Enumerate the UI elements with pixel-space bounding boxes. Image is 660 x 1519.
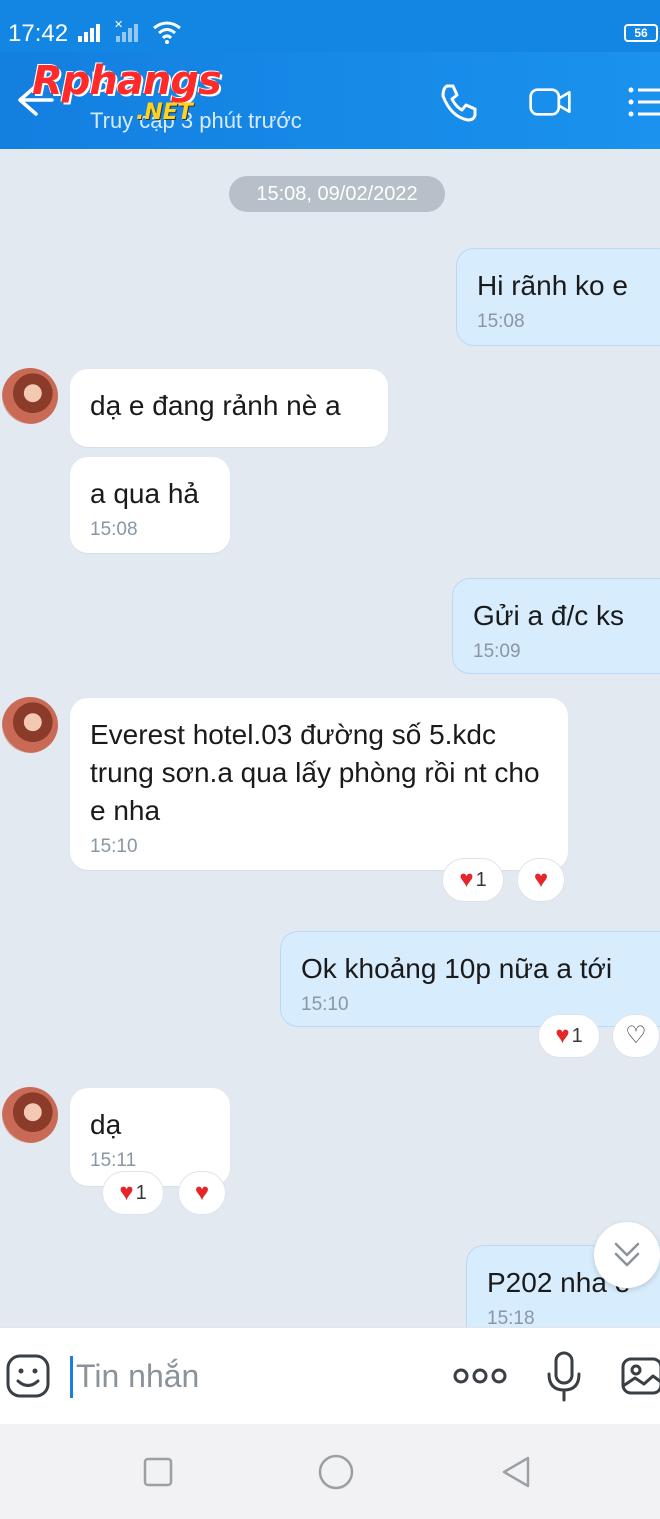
reaction-count[interactable]: ♥ 1 xyxy=(538,1014,600,1058)
image-gallery-icon[interactable] xyxy=(620,1354,660,1398)
wifi-icon xyxy=(153,21,181,44)
message-time: 15:10 xyxy=(301,994,349,1015)
signal-icon-secondary xyxy=(116,24,140,42)
heart-icon: ♥ xyxy=(459,866,474,893)
message-time: 15:10 xyxy=(90,836,138,857)
double-chevron-down-icon xyxy=(614,1242,640,1267)
avatar[interactable] xyxy=(2,697,58,753)
message-text: Everest hotel.03 đường số 5.kdc trung sơ… xyxy=(90,719,540,826)
avatar[interactable] xyxy=(2,1087,58,1143)
heart-outline-icon: ♡ xyxy=(625,1022,647,1049)
contact-last-seen: Truy cập 3 phút trước xyxy=(90,108,302,133)
recent-apps-icon[interactable] xyxy=(140,1454,176,1490)
react-button[interactable]: ♡ xyxy=(612,1014,660,1058)
outgoing-message[interactable]: Ok khoảng 10p nữa a tới 15:10 xyxy=(280,931,660,1027)
incoming-message[interactable]: a qua hả 15:08 xyxy=(70,457,230,553)
status-bar: 17:42 ✕ 56 xyxy=(0,0,660,52)
reaction-count[interactable]: ♥ 1 xyxy=(102,1171,164,1215)
back-triangle-icon[interactable] xyxy=(498,1454,534,1490)
message-text: Gửi a đ/c ks xyxy=(473,600,625,631)
watermark-logo: Rphangs xyxy=(32,58,222,104)
message-text: Ok khoảng 10p nữa a tới xyxy=(301,953,613,984)
watermark-logo-sub: .NET xyxy=(136,100,193,125)
system-navigation-bar xyxy=(0,1424,660,1519)
reaction-count-value: 1 xyxy=(475,868,487,891)
message-time: 15:09 xyxy=(473,641,521,662)
more-options-icon[interactable] xyxy=(452,1358,508,1394)
heart-icon: ♥ xyxy=(194,1179,210,1206)
message-text: Hi rãnh ko e xyxy=(477,270,628,301)
video-camera-icon[interactable] xyxy=(528,80,572,124)
microphone-icon[interactable] xyxy=(544,1350,584,1402)
reaction-count-value: 1 xyxy=(135,1181,147,1204)
text-cursor xyxy=(70,1356,73,1398)
message-list[interactable]: 15:08, 09/02/2022 Hi rãnh ko e 15:08 dạ … xyxy=(0,149,660,1327)
message-time: 15:08 xyxy=(477,311,525,332)
status-time: 17:42 xyxy=(8,20,69,47)
list-menu-icon[interactable] xyxy=(622,80,660,124)
heart-icon: ♥ xyxy=(555,1022,570,1049)
outgoing-message[interactable]: Gửi a đ/c ks 15:09 xyxy=(452,578,660,674)
heart-icon: ♥ xyxy=(119,1179,134,1206)
battery-icon: 56 xyxy=(624,24,658,42)
chat-header: B... Truy cập 3 phút trước Rphangs .NET xyxy=(0,52,660,149)
message-time: 15:11 xyxy=(90,1150,137,1171)
avatar[interactable] xyxy=(2,368,58,424)
scroll-to-bottom-button[interactable] xyxy=(594,1222,660,1288)
reaction-count-value: 1 xyxy=(571,1024,583,1047)
signal-icon xyxy=(78,24,102,42)
outgoing-message[interactable]: Hi rãnh ko e 15:08 xyxy=(456,248,660,346)
reaction-count[interactable]: ♥ 1 xyxy=(442,858,504,902)
home-icon[interactable] xyxy=(318,1454,354,1490)
incoming-message[interactable]: Everest hotel.03 đường số 5.kdc trung sơ… xyxy=(70,698,568,870)
message-text: a qua hả xyxy=(90,478,199,509)
incoming-message[interactable]: dạ e đang rảnh nè a xyxy=(70,369,388,447)
message-time: 15:08 xyxy=(90,519,138,540)
message-text: dạ xyxy=(90,1109,122,1140)
message-time: 15:18 xyxy=(487,1308,535,1327)
react-button[interactable]: ♥ xyxy=(178,1171,226,1215)
message-input[interactable]: Tin nhắn xyxy=(76,1352,199,1400)
heart-icon: ♥ xyxy=(533,866,549,893)
message-text: dạ e đang rảnh nè a xyxy=(90,390,341,421)
message-composer: Tin nhắn xyxy=(0,1327,660,1424)
phone-icon[interactable] xyxy=(437,80,481,124)
date-separator: 15:08, 09/02/2022 xyxy=(229,176,445,212)
react-button[interactable]: ♥ xyxy=(517,858,565,902)
sticker-emoji-icon[interactable] xyxy=(4,1352,52,1400)
